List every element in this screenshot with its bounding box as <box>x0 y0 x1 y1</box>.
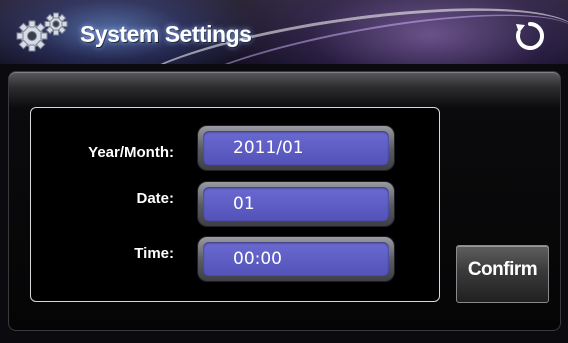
date-value: 01 <box>233 194 255 214</box>
header-bar: System Settings <box>0 0 568 64</box>
date-field[interactable]: 01 <box>198 182 394 226</box>
confirm-button-label: Confirm <box>467 259 538 280</box>
gears-icon <box>12 10 74 54</box>
page-title: System Settings <box>80 21 252 47</box>
refresh-button[interactable] <box>510 16 550 56</box>
refresh-icon <box>516 22 544 50</box>
year-month-value: 2011/01 <box>233 138 304 158</box>
date-label: Date: <box>136 190 174 207</box>
settings-screen: System Settings Year/Month: 2011/01 Date… <box>0 0 568 343</box>
year-month-field[interactable]: 2011/01 <box>198 126 394 170</box>
time-field[interactable]: 00:00 <box>198 237 394 281</box>
time-field-fill: 00:00 <box>203 242 389 276</box>
time-value: 00:00 <box>233 249 282 269</box>
time-label: Time: <box>134 245 174 262</box>
year-month-label: Year/Month: <box>88 144 174 161</box>
year-month-field-fill: 2011/01 <box>203 131 389 165</box>
date-field-fill: 01 <box>203 187 389 221</box>
confirm-button[interactable]: Confirm <box>456 245 549 303</box>
